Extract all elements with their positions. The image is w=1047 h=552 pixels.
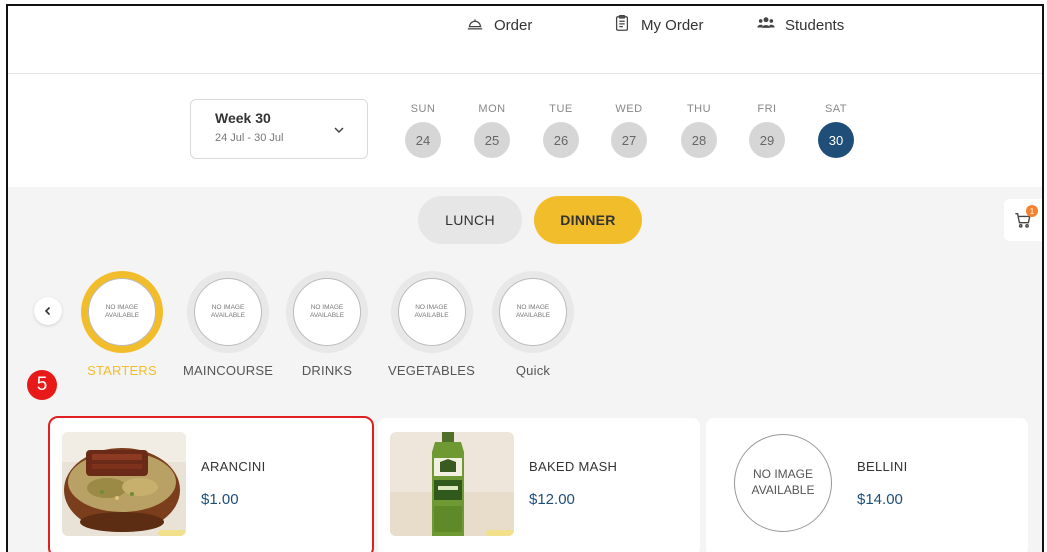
category-prev-button[interactable] — [34, 297, 62, 325]
chevron-left-icon — [44, 306, 51, 316]
category-label: DRINKS — [301, 363, 353, 378]
category-image-placeholder: NO IMAGE AVAILABLE — [397, 278, 466, 346]
day-name: SUN — [410, 103, 436, 115]
day-tue[interactable]: TUE 26 — [543, 103, 579, 158]
item-price: $1.00 — [201, 491, 239, 508]
item-price: $12.00 — [529, 491, 575, 508]
cart-count-badge: 1 — [1026, 205, 1038, 217]
category-maincourse[interactable]: NO IMAGE AVAILABLE MAINCOURSE — [183, 271, 273, 378]
top-nav: Order My Order Students — [8, 6, 1042, 74]
day-thu[interactable]: THU 28 — [681, 103, 717, 158]
category-ring: NO IMAGE AVAILABLE — [492, 271, 574, 353]
category-label: VEGETABLES — [388, 363, 476, 378]
nav-students-label: Students — [785, 16, 845, 34]
day-number: 28 — [681, 122, 717, 158]
step-number-badge: 5 — [27, 370, 57, 400]
day-sun[interactable]: SUN 24 — [405, 103, 441, 158]
item-image-baked-mash — [390, 432, 514, 536]
day-wed[interactable]: WED 27 — [611, 103, 647, 158]
nav-students[interactable]: Students — [757, 14, 844, 36]
day-number: 30 — [818, 122, 854, 158]
menu-item-card[interactable]: NO IMAGE AVAILABLE BELLINI $14.00 — [706, 418, 1028, 552]
lunch-tab[interactable]: LUNCH — [418, 196, 522, 244]
category-image-placeholder: NO IMAGE AVAILABLE — [88, 278, 156, 346]
category-ring: NO IMAGE AVAILABLE — [286, 271, 368, 353]
day-fri[interactable]: FRI 29 — [749, 103, 785, 158]
category-ring: NO IMAGE AVAILABLE — [187, 271, 270, 353]
day-sat[interactable]: SAT 30 — [818, 103, 854, 158]
category-image-placeholder: NO IMAGE AVAILABLE — [293, 278, 361, 346]
category-label: MAINCOURSE — [183, 363, 274, 378]
nav-order-label: Order — [494, 16, 533, 34]
day-name: WED — [615, 103, 643, 115]
category-image-placeholder: NO IMAGE AVAILABLE — [194, 278, 263, 346]
category-drinks[interactable]: NO IMAGE AVAILABLE DRINKS — [286, 271, 368, 378]
category-label: Quick — [515, 363, 551, 378]
day-name: FRI — [757, 103, 777, 115]
day-number: 24 — [405, 122, 441, 158]
category-ring: NO IMAGE AVAILABLE — [81, 271, 163, 353]
menu-item-card[interactable]: BAKED MASH $12.00 — [378, 418, 700, 552]
day-name: TUE — [549, 103, 573, 115]
day-mon[interactable]: MON 25 — [474, 103, 510, 158]
category-starters[interactable]: NO IMAGE AVAILABLE STARTERS — [81, 271, 163, 378]
category-ring: NO IMAGE AVAILABLE — [390, 271, 473, 353]
category-quick[interactable]: NO IMAGE AVAILABLE Quick — [492, 271, 574, 378]
item-name: BELLINI — [857, 459, 908, 474]
cloche-icon — [466, 14, 484, 36]
menu-content: LUNCH DINNER 1 NO IMAGE AVAILABLE STARTE… — [8, 187, 1042, 552]
item-price: $14.00 — [857, 491, 903, 508]
week-range: 24 Jul - 30 Jul — [215, 132, 284, 144]
week-selector[interactable]: Week 30 24 Jul - 30 Jul — [190, 99, 368, 159]
item-name: BAKED MASH — [529, 459, 618, 474]
day-number: 25 — [474, 122, 510, 158]
nav-my-order-label: My Order — [641, 16, 704, 34]
app-window: Order My Order Students Week 30 24 Jul -… — [6, 4, 1044, 552]
week-title: Week 30 — [215, 110, 271, 126]
item-name: ARANCINI — [201, 459, 266, 474]
day-number: 26 — [543, 122, 579, 158]
day-name: THU — [686, 103, 712, 115]
category-label: STARTERS — [87, 363, 157, 378]
item-image-arancini — [62, 432, 186, 536]
clipboard-icon — [613, 14, 631, 36]
category-vegetables[interactable]: NO IMAGE AVAILABLE VEGETABLES — [388, 271, 475, 378]
chevron-down-icon — [334, 127, 344, 134]
day-number: 29 — [749, 122, 785, 158]
nav-my-order[interactable]: My Order — [613, 14, 704, 36]
cart-button[interactable]: 1 — [1004, 199, 1042, 241]
week-bar: Week 30 24 Jul - 30 Jul SUN 24 MON 25 TU… — [8, 75, 1042, 187]
day-name: SAT — [824, 103, 848, 115]
nav-order[interactable]: Order — [466, 14, 532, 36]
item-image-placeholder: NO IMAGE AVAILABLE — [734, 434, 832, 532]
users-icon — [757, 14, 775, 36]
day-number: 27 — [611, 122, 647, 158]
menu-item-card[interactable]: ARANCINI $1.00 — [48, 416, 374, 552]
category-image-placeholder: NO IMAGE AVAILABLE — [499, 278, 567, 346]
dinner-tab[interactable]: DINNER — [534, 196, 642, 244]
day-name: MON — [478, 103, 506, 115]
